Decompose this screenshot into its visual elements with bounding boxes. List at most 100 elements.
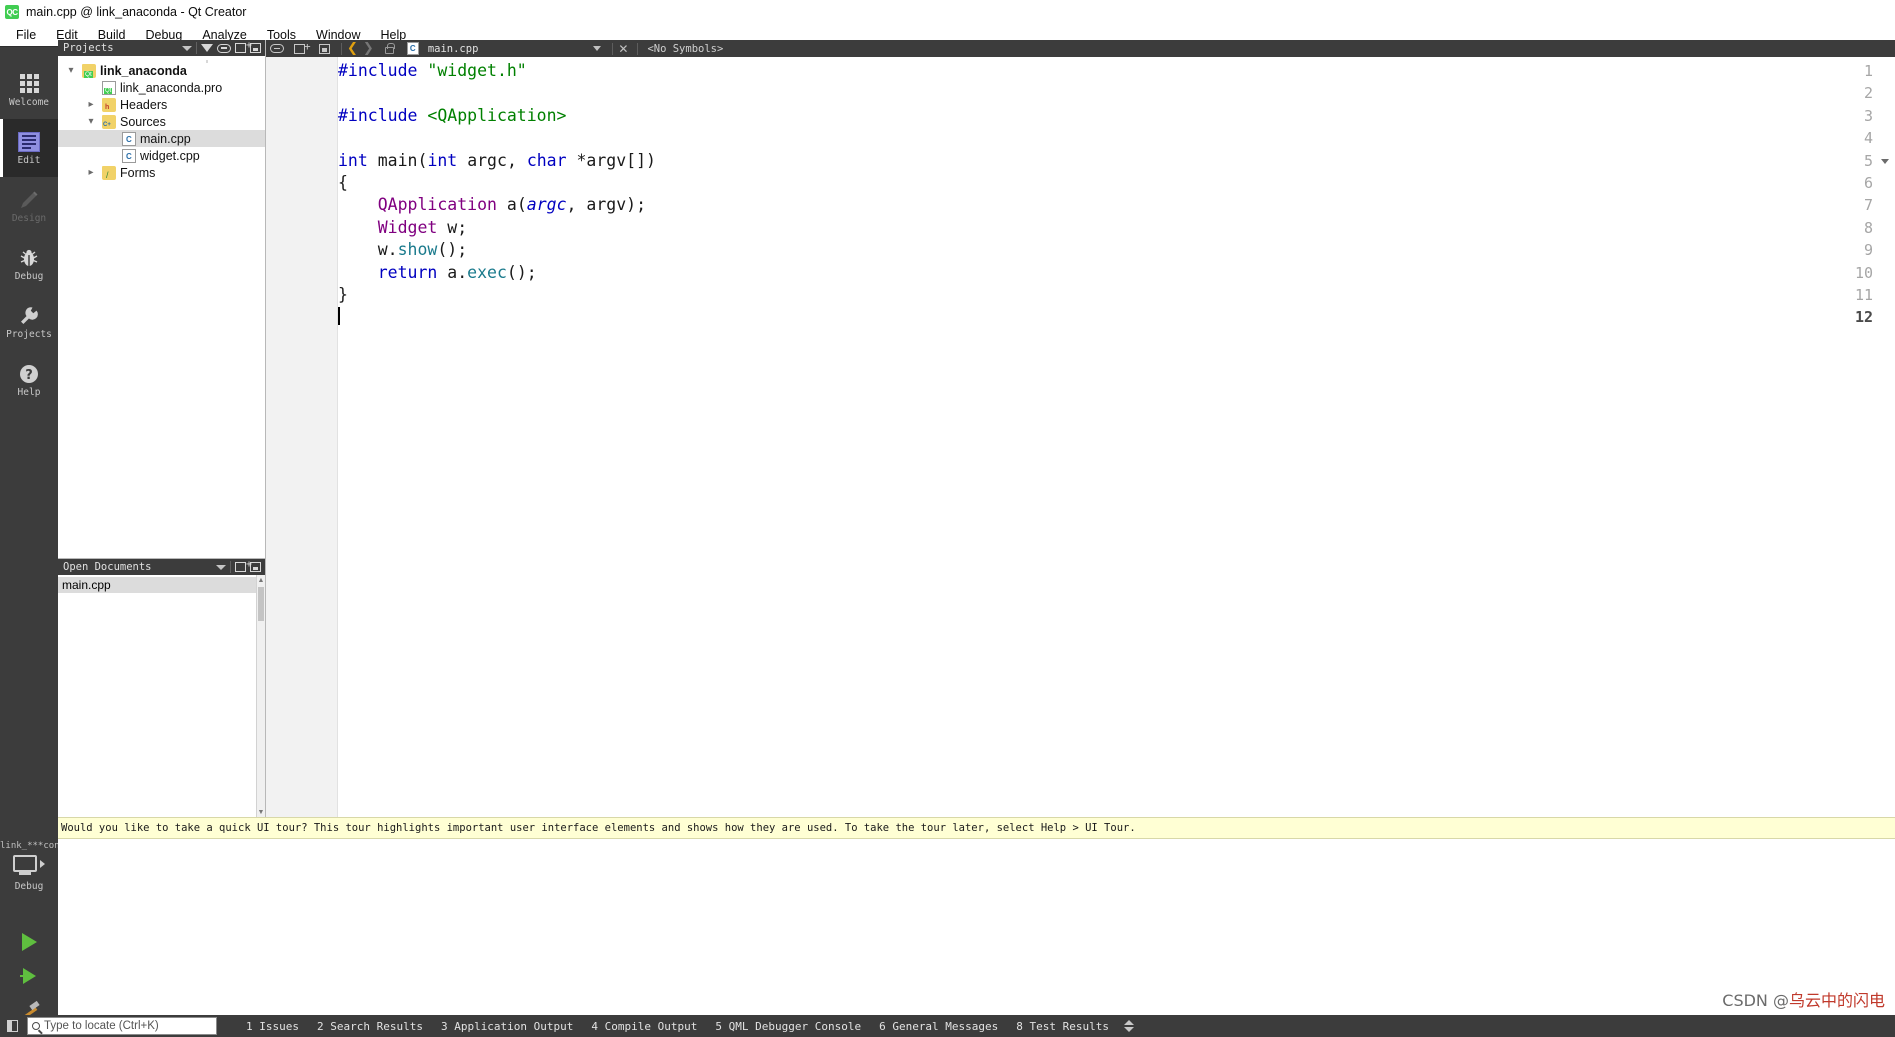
output-pane-area — [58, 839, 1895, 998]
output-pane-qml-debugger[interactable]: 5 QML Debugger Console — [706, 1018, 870, 1035]
pencil-icon — [18, 189, 40, 211]
twisty-expanded-icon[interactable]: ▾ — [64, 65, 78, 76]
open-document-item[interactable]: main.cpp — [58, 577, 265, 593]
mode-welcome[interactable]: Welcome — [0, 61, 58, 119]
scroll-up-icon[interactable]: ▲ — [257, 575, 265, 585]
output-pane-general-messages[interactable]: 6 General Messages — [870, 1018, 1007, 1035]
code-line[interactable] — [338, 82, 1895, 104]
output-pane-issues[interactable]: 1 Issues — [237, 1018, 308, 1035]
link-with-editor-icon[interactable] — [270, 44, 284, 53]
code-token: char — [526, 150, 577, 170]
chevron-down-icon[interactable] — [216, 564, 226, 570]
output-pane-search-results[interactable]: 2 Search Results — [308, 1018, 432, 1035]
tree-item-widget-cpp[interactable]: widget.cpp — [58, 147, 265, 164]
qt-creator-logo-icon: QC — [5, 5, 19, 19]
code-line[interactable]: { — [338, 172, 1895, 194]
bug-icon — [18, 247, 40, 269]
tree-item-main-cpp[interactable]: main.cpp — [58, 130, 265, 147]
twisty-collapsed-icon[interactable]: ▸ — [84, 167, 98, 178]
code-line[interactable]: Widget w; — [338, 217, 1895, 239]
navigate-back-icon[interactable]: ❮ — [347, 42, 358, 55]
code-line[interactable]: #include <QApplication> — [338, 105, 1895, 127]
chevron-right-icon — [40, 859, 45, 868]
code-token: main — [377, 150, 418, 170]
code-text-area[interactable]: #include "widget.h" #include <QApplicati… — [338, 57, 1895, 817]
tree-item-sources[interactable]: ▾ Sources — [58, 113, 265, 130]
symbol-selector-label[interactable]: <No Symbols> — [647, 43, 723, 55]
locator-input[interactable]: Type to locate (Ctrl+K) — [27, 1017, 217, 1035]
chevron-down-icon[interactable] — [182, 45, 192, 51]
toggle-sidebar-button[interactable] — [0, 1015, 24, 1037]
code-line[interactable]: } — [338, 284, 1895, 306]
split-editor-icon[interactable] — [294, 40, 311, 54]
pro-file-icon — [102, 80, 116, 95]
editor-gutter — [266, 57, 338, 817]
filter-icon[interactable] — [201, 44, 213, 63]
mode-edit[interactable]: Edit — [0, 119, 58, 177]
output-pane-nav-icons[interactable] — [1124, 1020, 1135, 1032]
code-line[interactable]: int main(int argc, char *argv[]) — [338, 150, 1895, 172]
code-token: (); — [506, 262, 537, 282]
scrollbar-thumb[interactable] — [258, 587, 264, 621]
code-token: ); — [626, 195, 647, 215]
arrow-up-icon[interactable] — [1124, 1020, 1135, 1025]
mode-selector-bar: Welcome Edit Design Debug Projects ? Hel… — [0, 46, 70, 1037]
mode-edit-label: Edit — [17, 154, 41, 166]
qt-creator-window: QC main.cpp @ link_anaconda - Qt Creator… — [0, 0, 1895, 1037]
code-line[interactable]: QApplication a(argc, argv); — [338, 194, 1895, 216]
tree-item-headers[interactable]: ▸ Headers — [58, 96, 265, 113]
text-cursor — [338, 307, 340, 326]
output-pane-application-output[interactable]: 3 Application Output — [432, 1018, 582, 1035]
svg-text:?: ? — [25, 368, 33, 383]
project-tree: ▾ link_anaconda link_anaconda.pro ▸ Head… — [58, 56, 265, 181]
code-editor[interactable]: 1 2 3 4 5 6 7 8 9 10 11 12 #include "widget.h" #inc… — [266, 57, 1895, 817]
open-documents-scrollbar[interactable]: ▲ ▼ — [256, 575, 265, 817]
menu-file[interactable]: File — [6, 26, 46, 44]
mode-debug[interactable]: Debug — [0, 235, 58, 293]
debug-button[interactable] — [0, 959, 58, 993]
split-pane-icon[interactable] — [235, 559, 252, 572]
tree-item-link-anaconda[interactable]: ▾ link_anaconda — [58, 62, 265, 79]
wrench-icon — [18, 305, 40, 327]
output-pane-compile-output[interactable]: 4 Compile Output — [582, 1018, 706, 1035]
tree-item-label: Sources — [120, 114, 166, 129]
twisty-collapsed-icon[interactable]: ▸ — [84, 99, 98, 110]
close-editor-icon[interactable]: ✕ — [618, 43, 628, 55]
code-token: Widget — [377, 217, 438, 237]
chevron-down-icon[interactable] — [593, 46, 602, 51]
code-line[interactable] — [338, 306, 1895, 328]
split-pane-icon[interactable] — [235, 40, 252, 53]
code-token: <QApplication> — [427, 105, 567, 125]
code-token: argc — [526, 195, 567, 215]
output-pane-test-results[interactable]: 8 Test Results — [1007, 1018, 1118, 1035]
mode-projects[interactable]: Projects — [0, 293, 58, 351]
lock-icon[interactable] — [384, 42, 395, 54]
tree-item-link-anaconda-pro[interactable]: link_anaconda.pro — [58, 79, 265, 96]
code-line[interactable]: return a.exec(); — [338, 262, 1895, 284]
mode-help[interactable]: ? Help — [0, 351, 58, 409]
remove-split-icon[interactable] — [319, 43, 330, 54]
arrow-down-icon[interactable] — [1124, 1027, 1135, 1032]
scroll-down-icon[interactable]: ▼ — [257, 807, 265, 817]
mode-design[interactable]: Design — [0, 177, 58, 235]
kit-selector[interactable]: link_***conda Debug — [0, 841, 70, 892]
twisty-expanded-icon[interactable]: ▾ — [84, 116, 98, 127]
code-line[interactable] — [338, 127, 1895, 149]
code-token: , — [566, 195, 587, 215]
navigate-forward-icon[interactable]: ❯ — [363, 42, 374, 55]
code-token: int — [338, 150, 378, 170]
close-pane-icon[interactable] — [250, 562, 261, 572]
code-token: (); — [437, 240, 468, 260]
statusbar: Type to locate (Ctrl+K) 1 Issues 2 Searc… — [0, 1015, 1895, 1037]
watermark: CSDN @乌云中的闪电 — [1722, 987, 1885, 1011]
run-button[interactable] — [0, 925, 58, 959]
code-token: argv — [586, 195, 627, 215]
link-with-editor-icon[interactable] — [217, 43, 231, 53]
code-token: argc — [467, 150, 507, 170]
tree-item-forms[interactable]: ▸ Forms — [58, 164, 265, 181]
code-line[interactable]: w.show(); — [338, 239, 1895, 261]
close-pane-icon[interactable] — [250, 43, 261, 53]
desktop-kit-icon — [13, 855, 37, 872]
code-line[interactable]: #include "widget.h" — [338, 60, 1895, 82]
